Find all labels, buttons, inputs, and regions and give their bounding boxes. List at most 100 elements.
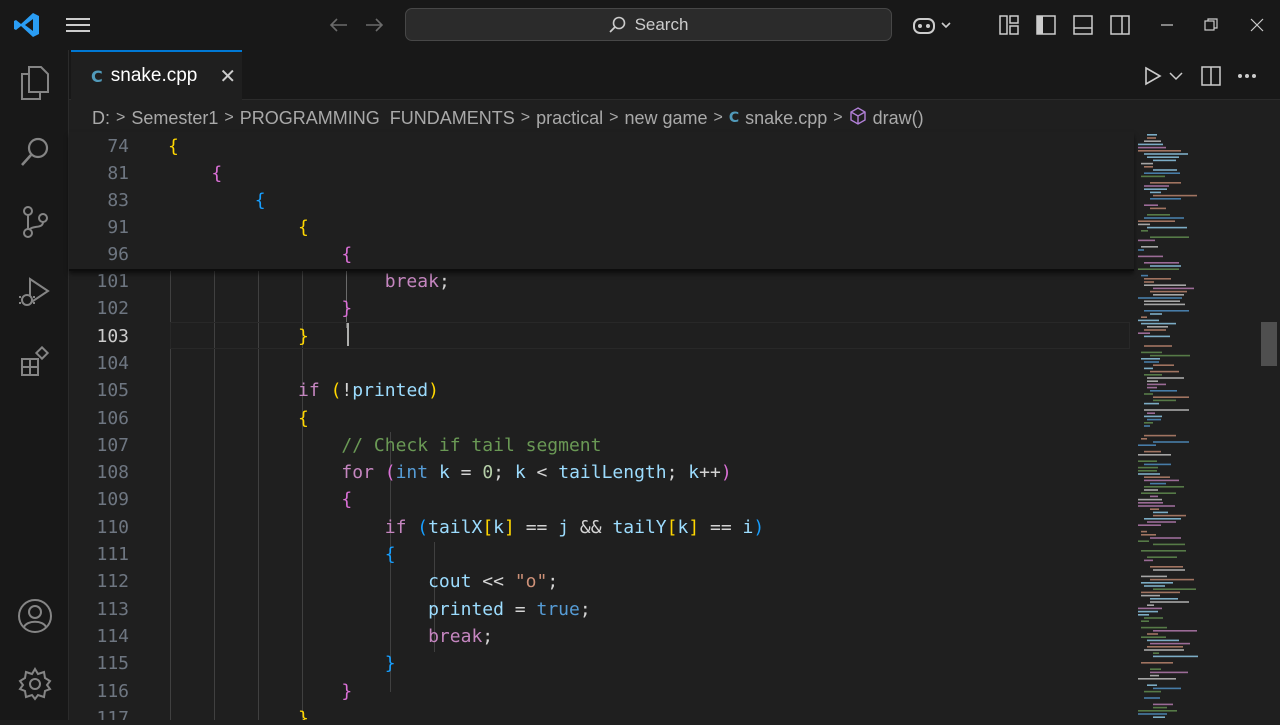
restore-icon[interactable] <box>1199 13 1223 37</box>
settings-gear-icon[interactable] <box>14 663 56 705</box>
minimize-icon[interactable] <box>1155 13 1179 37</box>
chevron-down-icon[interactable] <box>1167 66 1185 86</box>
breadcrumb-item-drive[interactable]: D: <box>92 108 110 129</box>
code-line[interactable]: 111 { <box>69 541 1134 568</box>
minimap-line <box>1141 550 1186 552</box>
line-number: 115 <box>96 653 129 675</box>
line-number: 81 <box>107 163 129 184</box>
code-line[interactable]: 108 for (int k = 0; k < tailLength; k++) <box>69 459 1134 486</box>
minimap-line <box>1153 588 1196 590</box>
line-number: 112 <box>96 571 129 593</box>
minimap-line <box>1150 642 1190 645</box>
toggle-secondary-sidebar-icon[interactable] <box>1108 13 1132 37</box>
cpp-file-icon: C <box>728 110 740 126</box>
minimap-line <box>1147 214 1170 216</box>
code-line[interactable]: 113 printed = true; <box>69 596 1134 623</box>
minimap-line <box>1144 166 1153 168</box>
code-line[interactable]: 112 cout << "o"; <box>69 568 1134 595</box>
minimap-line <box>1147 377 1184 379</box>
minimap-line <box>1141 316 1147 318</box>
minimap-line <box>1153 569 1185 571</box>
close-window-icon[interactable] <box>1245 13 1269 37</box>
scrollbar-thumb[interactable] <box>1261 322 1277 366</box>
title-bar: Search <box>0 0 1280 50</box>
breadcrumb-item-new-game[interactable]: new game <box>624 108 707 129</box>
line-number: 108 <box>96 462 129 484</box>
minimap-line <box>1144 559 1153 562</box>
search-input[interactable]: Search <box>405 8 892 41</box>
minimap-line <box>1147 418 1161 421</box>
code-text: { <box>298 407 309 429</box>
code-line[interactable]: 106 { <box>69 405 1134 432</box>
tab-snake-cpp[interactable]: C snake.cpp ✕ <box>71 50 242 100</box>
toggle-primary-sidebar-icon[interactable] <box>1034 13 1058 37</box>
minimap-line <box>1150 390 1177 392</box>
minimap-line <box>1144 284 1186 286</box>
code-text: } <box>298 707 309 720</box>
code-line[interactable]: 81 { <box>69 160 1134 187</box>
breadcrumb-item-symbol[interactable]: draw() <box>873 108 924 129</box>
accounts-icon[interactable] <box>14 595 56 637</box>
code-line[interactable]: 117 } <box>69 705 1134 720</box>
code-line[interactable]: 114 break; <box>69 623 1134 650</box>
copilot-icon[interactable] <box>910 12 954 38</box>
source-control-icon[interactable] <box>14 201 56 243</box>
minimap-line <box>1144 367 1153 370</box>
code-line[interactable]: 115 } <box>69 650 1134 677</box>
run-file-icon[interactable] <box>1141 64 1165 88</box>
code-line[interactable]: 74 { <box>69 133 1134 160</box>
breadcrumb-item-folder[interactable]: PROGRAMMING FUNDAMENTS <box>240 108 515 129</box>
search-view-icon[interactable] <box>14 131 56 173</box>
split-editor-icon[interactable] <box>1199 64 1223 88</box>
code-line[interactable]: 101 break; <box>69 268 1134 295</box>
minimap-line <box>1141 575 1167 578</box>
toggle-panel-icon[interactable] <box>1071 13 1095 37</box>
code-line[interactable]: 96 { <box>69 241 1134 268</box>
minimap-line <box>1147 137 1156 139</box>
minimap-line <box>1138 319 1159 322</box>
minimap-line <box>1144 489 1158 491</box>
vertical-scrollbar[interactable] <box>1258 132 1280 720</box>
code-line[interactable]: 83 { <box>69 187 1134 214</box>
minimap-line <box>1150 290 1187 293</box>
minimap-line <box>1153 706 1167 709</box>
code-line[interactable]: 102 } <box>69 295 1134 322</box>
minimap-line <box>1141 230 1148 232</box>
minimap-line <box>1153 703 1173 706</box>
line-number: 107 <box>96 434 129 456</box>
back-arrow-icon[interactable] <box>326 13 350 37</box>
sticky-scroll[interactable]: 74{81 {83 {91 {96 { <box>69 132 1134 271</box>
code-line[interactable]: 116 } <box>69 678 1134 705</box>
minimap-line <box>1138 249 1144 251</box>
minimap-line <box>1153 655 1198 658</box>
minimap-line <box>1147 383 1166 386</box>
minimap-line <box>1138 220 1175 222</box>
explorer-icon[interactable] <box>14 62 56 104</box>
menu-icon[interactable] <box>64 12 92 38</box>
code-text: { <box>341 244 353 265</box>
line-number: 74 <box>107 136 129 157</box>
forward-arrow-icon[interactable] <box>363 13 387 37</box>
code-line[interactable]: 110 if (tailX[k] == j && tailY[k] == i) <box>69 514 1134 541</box>
minimap-line <box>1144 697 1160 699</box>
close-tab-icon[interactable]: ✕ <box>219 64 236 89</box>
code-line[interactable]: 107 // Check if tail segment <box>69 432 1134 459</box>
breadcrumb-item-practical[interactable]: practical <box>536 108 603 129</box>
code-text: if (!printed) <box>298 380 439 402</box>
minimap[interactable] <box>1134 132 1258 720</box>
minimap-line <box>1153 396 1189 398</box>
extensions-icon[interactable] <box>14 341 56 383</box>
code-line[interactable]: 105 if (!printed) <box>69 377 1134 404</box>
code-line[interactable]: 104 <box>69 350 1134 377</box>
breadcrumb-item-file[interactable]: snake.cpp <box>745 108 827 129</box>
breadcrumb-item-semester[interactable]: Semester1 <box>131 108 218 129</box>
line-number: 106 <box>96 407 129 429</box>
minimap-line <box>1138 255 1163 258</box>
code-line[interactable]: 109 { <box>69 486 1134 513</box>
minimap-line <box>1144 690 1161 693</box>
code-line[interactable]: 91 { <box>69 214 1134 241</box>
symbol-method-icon <box>849 106 867 130</box>
customize-layout-icon[interactable] <box>997 13 1021 37</box>
more-actions-icon[interactable] <box>1235 64 1259 88</box>
run-debug-icon[interactable] <box>14 271 56 313</box>
